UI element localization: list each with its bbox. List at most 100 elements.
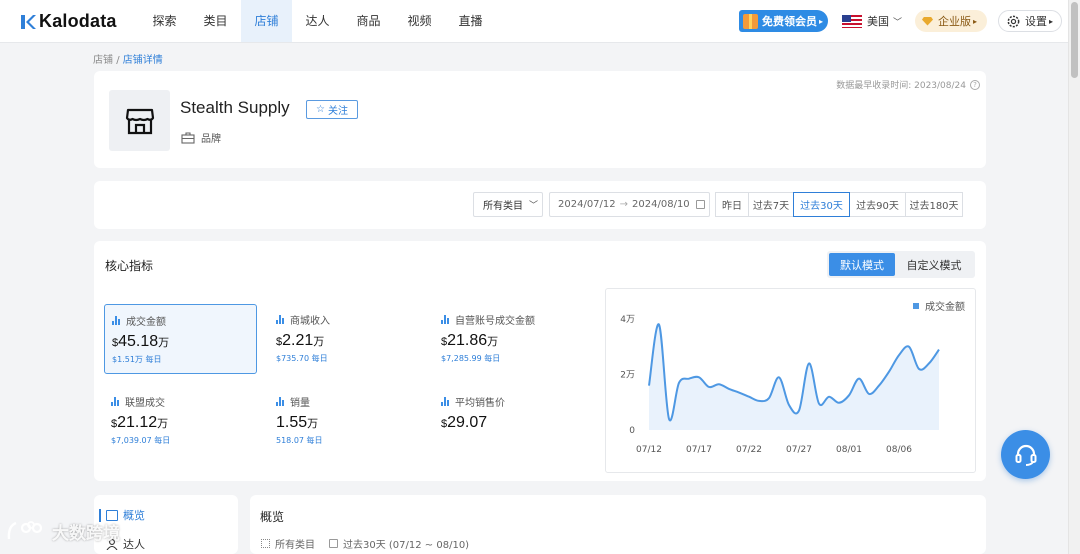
metric-unit: 万 bbox=[487, 336, 499, 348]
app-logo[interactable]: Kalodata bbox=[20, 11, 117, 32]
bar-chart-icon bbox=[441, 397, 450, 406]
overview-category: 所有类目 bbox=[275, 540, 315, 551]
category-icon bbox=[261, 539, 270, 548]
metric-unit: 万 bbox=[313, 336, 325, 348]
x-tick-label: 07/12 bbox=[636, 445, 662, 455]
metric-value-row: $29.07 bbox=[441, 414, 580, 432]
x-tick-label: 07/27 bbox=[786, 445, 812, 455]
page-scrollbar[interactable] bbox=[1068, 0, 1080, 554]
core-metrics-title: 核心指标 bbox=[105, 259, 154, 273]
scrollbar-thumb[interactable] bbox=[1071, 2, 1078, 78]
overview-period: 过去30天 (07/12 ~ 08/10) bbox=[343, 540, 470, 551]
briefcase-icon bbox=[181, 131, 195, 144]
metric-value: 45.18 bbox=[118, 333, 159, 350]
breadcrumb-parent[interactable]: 店铺 bbox=[93, 55, 113, 66]
nav-item-3[interactable]: 达人 bbox=[292, 0, 343, 42]
legend-label: 成交金额 bbox=[925, 302, 965, 313]
period-tab-4[interactable]: 过去180天 bbox=[905, 192, 963, 217]
caret-right-icon: ▸ bbox=[973, 16, 978, 26]
caret-right-icon: ▸ bbox=[1049, 16, 1054, 26]
bar-chart-icon bbox=[112, 316, 121, 325]
metric-daily: 518.07 每日 bbox=[276, 436, 323, 445]
period-tab-2[interactable]: 过去30天 bbox=[793, 192, 850, 217]
period-tab-3[interactable]: 过去90天 bbox=[849, 192, 906, 217]
nav-item-1[interactable]: 类目 bbox=[190, 0, 241, 42]
data-collection-time: 数据最早收录时间: 2023/08/24 ? bbox=[836, 78, 980, 91]
metric-daily: $735.70 每日 bbox=[276, 354, 328, 363]
enterprise-button[interactable]: 企业版 ▸ bbox=[915, 10, 987, 32]
y-tick-label: 2万 bbox=[620, 371, 635, 381]
metric-card[interactable]: 平均销售价 $29.07 bbox=[434, 386, 587, 456]
legend-swatch bbox=[913, 302, 919, 309]
headset-icon bbox=[1015, 444, 1036, 466]
breadcrumb-separator: / bbox=[116, 55, 120, 66]
metric-label: 商城收入 bbox=[290, 316, 330, 327]
country-selector[interactable]: 美国 ﹀ bbox=[842, 13, 902, 29]
shop-type: 品牌 bbox=[181, 130, 221, 145]
calendar-icon bbox=[329, 539, 338, 548]
period-tab-1[interactable]: 过去7天 bbox=[748, 192, 794, 217]
metric-unit: 万 bbox=[157, 418, 169, 430]
metric-value: 21.86 bbox=[447, 332, 488, 349]
period-tabs: 昨日 过去7天 过去30天 过去90天 过去180天 bbox=[715, 192, 963, 217]
nav-item-4[interactable]: 商品 bbox=[343, 0, 394, 42]
metric-value: 21.12 bbox=[117, 414, 158, 431]
chart-canvas[interactable]: 0 2万 4万 07/12 07/17 07/22 07/27 08/01 08/06 bbox=[606, 289, 975, 472]
x-tick-label: 08/06 bbox=[886, 445, 912, 455]
nav-item-2[interactable]: 店铺 bbox=[241, 0, 292, 42]
shop-header-card: Stealth Supply ☆ 关注 品牌 数据最早收录时间: 2023/08… bbox=[94, 71, 986, 168]
nav-item-6[interactable]: 直播 bbox=[445, 0, 496, 42]
metric-card[interactable]: 联盟成交 $21.12万 $7,039.07 每日 bbox=[104, 386, 257, 456]
metric-value: 1.55 bbox=[276, 414, 308, 431]
filter-bar: 所有类目 ﹀ 2024/07/12 → 2024/08/10 昨日 过去7天 过去3… bbox=[94, 181, 986, 229]
customer-support-button[interactable] bbox=[1001, 430, 1050, 479]
chart-legend[interactable]: 成交金额 bbox=[913, 298, 965, 313]
x-tick-label: 08/01 bbox=[836, 445, 862, 455]
nav-item-5[interactable]: 视频 bbox=[394, 0, 445, 42]
metric-label-row: 成交金额 bbox=[112, 313, 249, 328]
metric-label: 自营账号成交金额 bbox=[455, 316, 535, 327]
settings-label: 设置 bbox=[1025, 15, 1047, 28]
diamond-icon bbox=[922, 16, 933, 26]
mode-toggle: 默认模式 自定义模式 bbox=[827, 251, 975, 278]
metric-card[interactable]: 销量 1.55万 518.07 每日 bbox=[269, 386, 422, 456]
category-select[interactable]: 所有类目 ﹀ bbox=[473, 192, 543, 217]
watermark: 大数跨境 bbox=[6, 518, 120, 544]
metric-card[interactable]: 成交金额 $45.18万 $1.51万 每日 bbox=[104, 304, 257, 374]
mode-option-0[interactable]: 默认模式 bbox=[829, 253, 895, 276]
gift-icon bbox=[743, 13, 758, 29]
metric-label-row: 销量 bbox=[276, 394, 415, 409]
bar-chart-icon bbox=[276, 397, 285, 406]
follow-button[interactable]: ☆ 关注 bbox=[306, 100, 358, 119]
metric-value-row: $2.21万 bbox=[276, 332, 415, 350]
calendar-icon bbox=[695, 200, 705, 209]
us-flag-icon bbox=[842, 14, 862, 28]
x-tick-label: 07/22 bbox=[736, 445, 762, 455]
metric-value: 2.21 bbox=[282, 332, 314, 349]
watermark-text: 大数跨境 bbox=[52, 523, 120, 544]
metric-card[interactable]: 商城收入 $2.21万 $735.70 每日 bbox=[269, 304, 422, 374]
metric-label: 平均销售价 bbox=[455, 398, 505, 409]
help-icon[interactable]: ? bbox=[970, 79, 980, 90]
metric-unit: 万 bbox=[307, 418, 319, 430]
mode-option-1[interactable]: 自定义模式 bbox=[895, 253, 973, 276]
date-start: 2024/07/12 bbox=[558, 199, 616, 210]
kalodata-logo-icon bbox=[21, 14, 36, 29]
settings-button[interactable]: 设置 ▸ bbox=[998, 10, 1062, 32]
date-arrow: → bbox=[619, 199, 629, 210]
free-vip-button[interactable]: 免费领会员 ▸ bbox=[739, 10, 828, 32]
nav-item-0[interactable]: 探索 bbox=[139, 0, 190, 42]
metric-daily: $7,285.99 每日 bbox=[441, 354, 501, 363]
gear-icon bbox=[1007, 15, 1020, 27]
metric-card[interactable]: 自营账号成交金额 $21.86万 $7,285.99 每日 bbox=[434, 304, 587, 374]
bar-chart-icon bbox=[441, 315, 450, 324]
metric-value-row: 1.55万 bbox=[276, 414, 415, 432]
store-icon bbox=[125, 108, 154, 134]
overview-title: 概览 bbox=[260, 510, 285, 524]
metric-unit: 万 bbox=[158, 337, 170, 349]
date-range-picker[interactable]: 2024/07/12 → 2024/08/10 bbox=[549, 192, 710, 217]
bar-chart-icon bbox=[111, 397, 120, 406]
shop-type-label: 品牌 bbox=[201, 134, 221, 145]
period-tab-0[interactable]: 昨日 bbox=[715, 192, 749, 217]
metric-value-row: $21.86万 bbox=[441, 332, 580, 350]
